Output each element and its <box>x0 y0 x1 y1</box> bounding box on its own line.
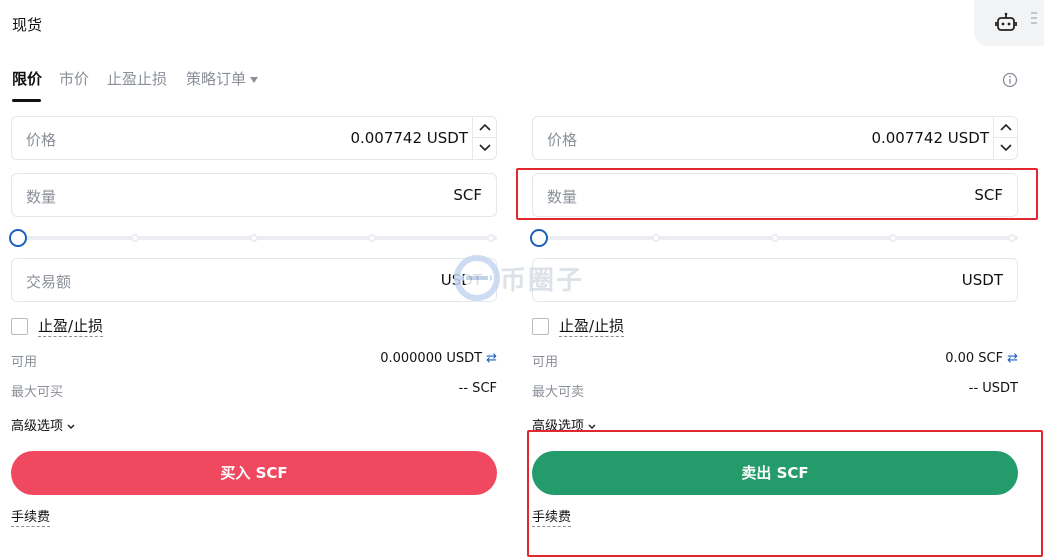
buy-available-label: 可用 <box>11 355 38 370</box>
info-icon[interactable] <box>1002 72 1018 88</box>
buy-total-label: 交易额 <box>26 273 72 291</box>
slider-step-100[interactable] <box>1008 234 1016 242</box>
sell-amount-unit: SCF <box>974 186 1003 204</box>
sell-tpsl-label[interactable]: 止盈/止损 <box>559 317 625 337</box>
buy-price-input[interactable]: 价格 0.007742 USDT <box>11 116 497 160</box>
watermark-logo: 币圈子 <box>452 250 600 306</box>
robot-icon[interactable] <box>995 12 1017 34</box>
chevron-down-icon <box>1000 144 1012 152</box>
slider-thumb[interactable] <box>9 229 27 247</box>
buy-button[interactable]: 买入 SCF <box>11 451 497 495</box>
sell-available-row: 可用 0.00 SCF ⇄ <box>532 351 1018 370</box>
buy-tpsl-checkbox[interactable] <box>11 318 28 335</box>
sell-tpsl-checkbox[interactable] <box>532 318 549 335</box>
sell-available-value-wrap: 0.00 SCF ⇄ <box>945 351 1018 366</box>
sell-max-value: -- USDT <box>968 381 1018 396</box>
sell-available-label: 可用 <box>532 355 559 370</box>
sell-button[interactable]: 卖出 SCF <box>532 451 1018 495</box>
sell-total-input[interactable]: USDT <box>532 258 1018 302</box>
buy-amount-slider[interactable] <box>9 228 497 248</box>
buy-available-value: 0.000000 USDT <box>380 351 483 366</box>
buy-amount-label: 数量 <box>26 188 57 206</box>
buy-price-increment[interactable] <box>473 117 496 138</box>
sell-amount-label: 数量 <box>547 188 578 206</box>
slider-step-25[interactable] <box>131 234 139 242</box>
buy-max-value: -- SCF <box>458 381 497 396</box>
tab-strategy[interactable]: 策略订单 <box>186 68 259 89</box>
buy-amount-input[interactable]: 数量 SCF <box>11 173 497 217</box>
sell-amount-slider[interactable] <box>530 228 1018 248</box>
buy-max-label: 最大可买 <box>11 385 64 400</box>
sell-tpsl-row: 止盈/止损 <box>532 317 732 337</box>
active-tab-indicator <box>12 99 41 102</box>
buy-advanced-options[interactable]: 高级选项 <box>11 415 76 434</box>
chevron-down-icon <box>479 144 491 152</box>
slider-step-100[interactable] <box>487 234 495 242</box>
tab-limit[interactable]: 限价 <box>12 68 42 89</box>
chevron-down-icon <box>588 423 596 429</box>
sell-advanced-label: 高级选项 <box>532 419 585 434</box>
sell-price-increment[interactable] <box>994 117 1017 138</box>
sell-available-value: 0.00 SCF <box>945 351 1004 366</box>
sell-fee-link[interactable]: 手续费 <box>532 510 572 527</box>
swap-icon[interactable]: ⇄ <box>486 351 497 366</box>
buy-price-decrement[interactable] <box>473 138 496 159</box>
chevron-up-icon <box>1000 123 1012 131</box>
buy-amount-unit: SCF <box>453 186 482 204</box>
page-title: 现货 <box>12 16 43 34</box>
chevron-down-icon <box>67 423 75 429</box>
sell-price-stepper <box>993 117 1017 159</box>
slider-step-50[interactable] <box>771 234 779 242</box>
sell-price-input[interactable]: 价格 0.007742 USDT <box>532 116 1018 160</box>
sell-advanced-options[interactable]: 高级选项 <box>532 415 597 434</box>
buy-available-row: 可用 0.000000 USDT ⇄ <box>11 351 497 370</box>
sell-price-label: 价格 <box>547 131 578 149</box>
menu-dots-icon[interactable] <box>1030 10 1038 26</box>
buy-advanced-label: 高级选项 <box>11 419 64 434</box>
buy-total-input[interactable]: 交易额 USDT <box>11 258 497 302</box>
buy-max-row: 最大可买 -- SCF <box>11 381 497 400</box>
sell-max-label: 最大可卖 <box>532 385 585 400</box>
watermark-text: 币圈子 <box>500 266 585 296</box>
tab-market[interactable]: 市价 <box>59 68 89 89</box>
watermark-e-icon <box>454 255 500 301</box>
chevron-up-icon <box>479 123 491 131</box>
slider-step-75[interactable] <box>889 234 897 242</box>
sell-amount-input[interactable]: 数量 SCF <box>532 173 1018 217</box>
buy-price-label: 价格 <box>26 131 57 149</box>
slider-step-25[interactable] <box>652 234 660 242</box>
slider-thumb[interactable] <box>530 229 548 247</box>
caret-down-icon <box>250 76 259 83</box>
buy-available-value-wrap: 0.000000 USDT ⇄ <box>380 351 497 366</box>
buy-tpsl-row: 止盈/止损 <box>11 317 211 337</box>
tab-tpsl[interactable]: 止盈止损 <box>107 68 167 89</box>
buy-price-value: 0.007742 USDT <box>350 129 468 147</box>
sell-total-unit: USDT <box>961 271 1003 289</box>
sell-max-row: 最大可卖 -- USDT <box>532 381 1018 400</box>
sell-price-value: 0.007742 USDT <box>871 129 989 147</box>
slider-step-50[interactable] <box>250 234 258 242</box>
swap-icon[interactable]: ⇄ <box>1007 351 1018 366</box>
buy-price-stepper <box>472 117 496 159</box>
buy-fee-link[interactable]: 手续费 <box>11 510 51 527</box>
buy-tpsl-label[interactable]: 止盈/止损 <box>38 317 104 337</box>
tab-strategy-label: 策略订单 <box>186 70 247 88</box>
top-bar: 现货 <box>0 0 1044 46</box>
sell-price-decrement[interactable] <box>994 138 1017 159</box>
slider-step-75[interactable] <box>368 234 376 242</box>
